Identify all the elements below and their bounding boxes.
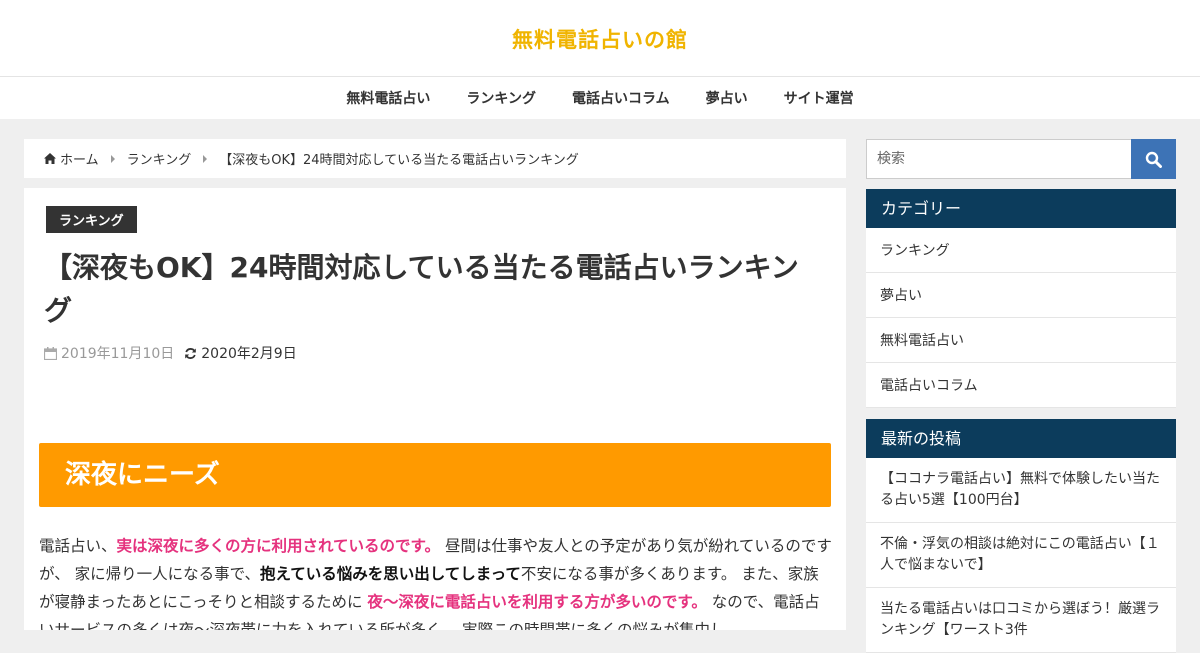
paragraph-bold: 抱えている悩みを思い出してしまって xyxy=(260,565,521,583)
search-button[interactable] xyxy=(1131,139,1176,179)
updated-date-text: 2020年2月9日 xyxy=(201,346,297,362)
updated-date: 2020年2月9日 xyxy=(184,343,297,363)
category-item-ranking[interactable]: ランキング xyxy=(866,228,1176,273)
search-icon xyxy=(1145,151,1162,168)
recent-post-item[interactable]: 【ココナラ電話占い】無料で体験したい当たる占い5選【100円台】 xyxy=(866,458,1176,523)
paragraph-highlight: 実は深夜に多くの方に利用されているのです。 xyxy=(116,537,441,555)
recent-posts-title: 最新の投稿 xyxy=(866,419,1176,458)
recent-post-item[interactable]: 不倫・浮気の相談は絶対にこの電話占い【１人で悩まないで】 xyxy=(866,523,1176,588)
article-dates: 2019年11月10日 2020年2月9日 xyxy=(44,343,297,363)
search-form xyxy=(866,139,1176,179)
article: ランキング 【深夜もOK】24時間対応している当たる電話占いランキング 2019… xyxy=(24,188,846,630)
breadcrumb-separator-icon xyxy=(110,154,115,163)
breadcrumb-home[interactable]: ホーム xyxy=(44,149,99,168)
category-label[interactable]: ランキング xyxy=(46,206,137,233)
published-date-text: 2019年11月10日 xyxy=(61,346,175,362)
refresh-icon xyxy=(185,347,197,359)
nav-item-site-operation[interactable]: サイト運営 xyxy=(784,88,854,108)
home-icon xyxy=(44,153,56,164)
nav-item-dream-fortune[interactable]: 夢占い xyxy=(706,88,748,108)
site-header: 無料電話占いの館 xyxy=(0,0,1200,76)
calendar-icon xyxy=(44,346,57,360)
nav-item-column[interactable]: 電話占いコラム xyxy=(572,88,670,108)
nav-item-ranking[interactable]: ランキング xyxy=(466,88,536,108)
article-paragraph: 電話占い、実は深夜に多くの方に利用されているのです。 昼間は仕事や友人との予定が… xyxy=(39,532,834,630)
category-item-dream[interactable]: 夢占い xyxy=(866,273,1176,318)
section-heading: 深夜にニーズ xyxy=(39,443,831,507)
breadcrumb-home-label: ホーム xyxy=(60,153,99,168)
paragraph-highlight: 夜〜深夜に電話占いを利用する方が多いのです。 xyxy=(367,593,707,611)
category-widget: カテゴリー ランキング 夢占い 無料電話占い 電話占いコラム xyxy=(866,189,1176,408)
global-nav: 無料電話占い ランキング 電話占いコラム 夢占い サイト運営 xyxy=(0,76,1200,119)
breadcrumb-separator-icon xyxy=(203,154,208,163)
recent-posts-widget: 最新の投稿 【ココナラ電話占い】無料で体験したい当たる占い5選【100円台】 不… xyxy=(866,419,1176,653)
search-input[interactable] xyxy=(867,140,1131,178)
category-item-free-phone[interactable]: 無料電話占い xyxy=(866,318,1176,363)
published-date: 2019年11月10日 xyxy=(44,343,174,363)
site-title[interactable]: 無料電話占いの館 xyxy=(0,24,1200,54)
article-title: 【深夜もOK】24時間対応している当たる電話占いランキング xyxy=(44,251,799,327)
paragraph-text: 電話占い、 xyxy=(39,537,117,555)
category-item-column[interactable]: 電話占いコラム xyxy=(866,363,1176,408)
category-widget-title: カテゴリー xyxy=(866,189,1176,228)
recent-post-item[interactable]: 当たる電話占いは口コミから選ぼう！厳選ランキング【ワースト3件 xyxy=(866,588,1176,653)
breadcrumb-current: 【深夜もOK】24時間対応している当たる電話占いランキング xyxy=(219,153,579,168)
breadcrumb-ranking[interactable]: ランキング xyxy=(127,149,192,168)
breadcrumb: ホーム ランキング 【深夜もOK】24時間対応している当たる電話占いランキング xyxy=(24,139,846,178)
nav-item-free-phone-fortune[interactable]: 無料電話占い xyxy=(346,88,430,108)
